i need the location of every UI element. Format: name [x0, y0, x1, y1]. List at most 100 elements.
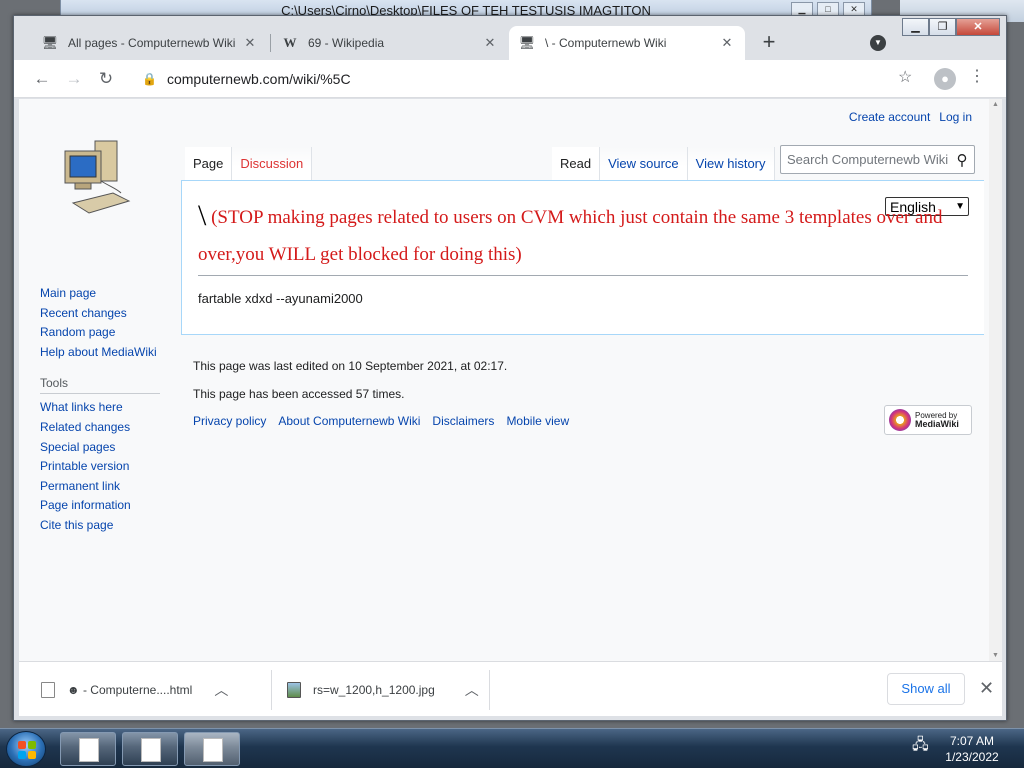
tab-all-pages[interactable]: 🖥 All pages - Computernewb Wiki ✕: [32, 26, 268, 60]
chevron-up-icon[interactable]: ︿: [465, 680, 479, 700]
restore-icon[interactable]: ❐: [929, 18, 956, 36]
tab-read[interactable]: Read: [552, 147, 601, 180]
background-window-controls: ▁ □ ✕: [791, 2, 865, 16]
content-area: English ▼ \ (STOP making pages related t…: [181, 180, 984, 335]
search-placeholder: Search Computernewb Wiki: [787, 152, 949, 167]
tab-view-source[interactable]: View source: [600, 147, 688, 180]
page-footer: This page was last edited on 10 Septembe…: [193, 352, 569, 428]
sidebar-what-links-here[interactable]: What links here: [40, 398, 170, 418]
sidebar-help[interactable]: Help about MediaWiki: [40, 343, 170, 363]
lock-icon[interactable]: 🔒: [142, 72, 157, 86]
sidebar-recent-changes[interactable]: Recent changes: [40, 304, 170, 324]
tab-search-icon[interactable]: ▼: [870, 35, 886, 51]
network-icon[interactable]: 🖧: [912, 734, 929, 759]
sidebar-page-information[interactable]: Page information: [40, 496, 170, 516]
powered-by-line2: MediaWiki: [915, 419, 959, 429]
document-icon: [203, 738, 223, 762]
wikipedia-w-icon: W: [283, 35, 297, 50]
create-account-link[interactable]: Create account: [849, 110, 930, 124]
taskbar-button-document[interactable]: [122, 732, 178, 766]
title-symbol: \: [198, 199, 207, 232]
maximize-icon[interactable]: □: [817, 2, 839, 16]
minimize-icon[interactable]: ▁: [791, 2, 813, 16]
powered-by-mediawiki-badge[interactable]: Powered by MediaWiki: [884, 405, 972, 435]
search-icon[interactable]: ⚲: [950, 151, 974, 169]
wiki-globe-icon: 🖥: [41, 35, 59, 50]
mobile-view-link[interactable]: Mobile view: [506, 414, 569, 428]
sidebar-main-page[interactable]: Main page: [40, 284, 170, 304]
wiki-logo-computer[interactable]: [61, 137, 133, 223]
tab-view-history[interactable]: View history: [687, 147, 775, 180]
tab-separator: [270, 34, 271, 52]
address-bar[interactable]: 🔒 computernewb.com/wiki/%5C: [128, 64, 920, 94]
access-count-text: This page has been accessed 57 times.: [193, 387, 405, 401]
back-arrow-icon[interactable]: ←: [30, 67, 54, 91]
user-links: Create account Log in: [849, 110, 972, 124]
download-separator: [271, 670, 272, 710]
footer-links: Privacy policy About Computernewb Wiki D…: [193, 414, 569, 428]
vertical-scrollbar[interactable]: ▲ ▼: [989, 99, 1002, 661]
tab-discussion[interactable]: Discussion: [232, 147, 313, 180]
close-icon[interactable]: ✕: [843, 2, 865, 16]
page-viewport: Create account Log in Main page Recent c…: [19, 99, 1002, 661]
close-download-shelf-icon[interactable]: ✕: [979, 678, 994, 699]
page-title: \ (STOP making pages related to users on…: [198, 197, 968, 276]
tools-heading: Tools: [40, 376, 160, 395]
tab-wikipedia[interactable]: W 69 - Wikipedia ✕: [272, 26, 508, 60]
privacy-policy-link[interactable]: Privacy policy: [193, 414, 266, 428]
show-all-button[interactable]: Show all: [887, 673, 965, 705]
download-filename: ☻ - Computerne....html: [67, 682, 193, 697]
file-icon: [41, 681, 55, 698]
bookmark-star-icon[interactable]: ☆: [898, 67, 912, 87]
download-item-html[interactable]: ☻ - Computerne....html ︿: [41, 662, 228, 717]
taskbar-button-document[interactable]: [184, 732, 240, 766]
forward-arrow-icon[interactable]: →: [62, 67, 86, 91]
download-filename: rs=w_1200,h_1200.jpg: [313, 682, 435, 697]
title-text: (STOP making pages related to users on C…: [198, 207, 943, 265]
disclaimers-link[interactable]: Disclaimers: [432, 414, 494, 428]
windows-logo-icon: [18, 741, 36, 759]
url-text: computernewb.com/wiki/%5C: [166, 71, 351, 87]
close-tab-icon[interactable]: ✕: [242, 35, 258, 51]
clock[interactable]: 7:07 AM 1/23/2022: [940, 733, 1004, 765]
tab-title: \ - Computernewb Wiki: [545, 36, 667, 50]
menu-kebab-icon[interactable]: ⋮: [969, 66, 985, 86]
reload-icon[interactable]: ↻: [94, 67, 118, 91]
sidebar-permanent-link[interactable]: Permanent link: [40, 477, 170, 497]
close-tab-icon[interactable]: ✕: [719, 35, 735, 51]
tab-strip: 🖥 All pages - Computernewb Wiki ✕ W 69 -…: [14, 16, 1006, 60]
tab-page[interactable]: Page: [185, 147, 233, 180]
taskbar-button-document[interactable]: [60, 732, 116, 766]
mediawiki-flower-icon: [889, 409, 911, 431]
minimize-icon[interactable]: ▁: [902, 18, 929, 36]
tab-title: All pages - Computernewb Wiki: [68, 36, 236, 50]
sidebar-printable-version[interactable]: Printable version: [40, 457, 170, 477]
wiki-globe-icon: 🖥: [518, 35, 536, 50]
start-button[interactable]: [6, 731, 46, 767]
download-shelf: ☻ - Computerne....html ︿ rs=w_1200,h_120…: [19, 661, 1002, 716]
sidebar-random-page[interactable]: Random page: [40, 323, 170, 343]
log-in-link[interactable]: Log in: [939, 110, 972, 124]
powered-by-text: Powered by MediaWiki: [915, 411, 959, 429]
sidebar: Main page Recent changes Random page Hel…: [40, 284, 170, 536]
profile-avatar-icon[interactable]: ●: [934, 68, 956, 90]
sidebar-special-pages[interactable]: Special pages: [40, 438, 170, 458]
last-edited-text: This page was last edited on 10 Septembe…: [193, 359, 508, 373]
chevron-up-icon[interactable]: ︿: [214, 680, 228, 700]
scroll-down-icon[interactable]: ▼: [992, 652, 999, 659]
tab-title: 69 - Wikipedia: [308, 36, 385, 50]
scroll-up-icon[interactable]: ▲: [992, 101, 999, 108]
close-window-icon[interactable]: ✕: [956, 18, 1000, 36]
new-tab-button[interactable]: +: [756, 30, 782, 56]
search-input[interactable]: Search Computernewb Wiki ⚲: [780, 145, 975, 174]
document-icon: [79, 738, 99, 762]
download-separator: [489, 670, 490, 710]
browser-toolbar: ← → ↻ 🔒 computernewb.com/wiki/%5C ☆ ● ⋮: [14, 60, 1006, 98]
tab-backslash-page[interactable]: 🖥 \ - Computernewb Wiki ✕: [509, 26, 745, 60]
about-link[interactable]: About Computernewb Wiki: [278, 414, 420, 428]
sidebar-cite-this-page[interactable]: Cite this page: [40, 516, 170, 536]
image-file-icon: [287, 681, 301, 698]
close-tab-icon[interactable]: ✕: [482, 35, 498, 51]
download-item-jpg[interactable]: rs=w_1200,h_1200.jpg ︿: [287, 662, 479, 717]
sidebar-related-changes[interactable]: Related changes: [40, 418, 170, 438]
